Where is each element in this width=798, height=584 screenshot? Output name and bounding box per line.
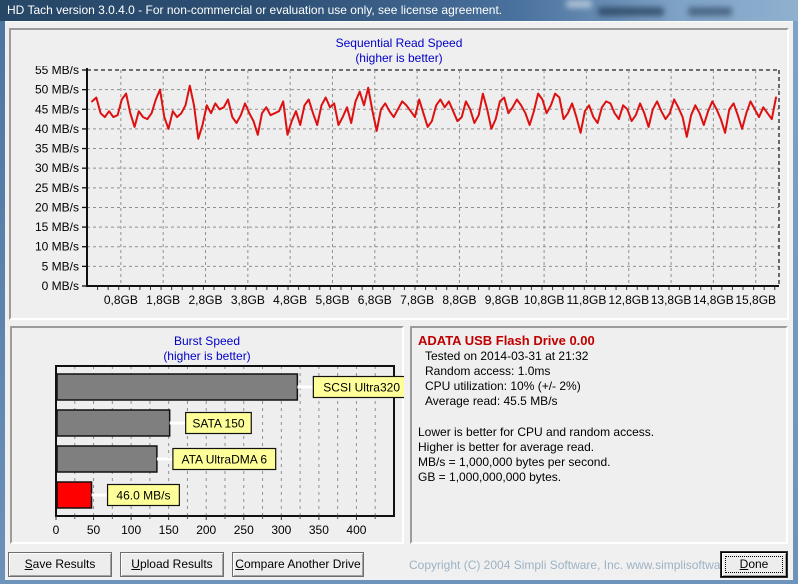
svg-text:15 MB/s: 15 MB/s [35, 220, 79, 234]
svg-text:SATA 150: SATA 150 [192, 417, 245, 431]
svg-text:0: 0 [53, 523, 60, 537]
blurred-region [598, 7, 664, 16]
drive-name: ADATA USB Flash Drive 0.00 [418, 333, 595, 348]
random-access: Random access: 1.0ms [425, 364, 551, 378]
sequential-read-panel: Sequential Read Speed (higher is better)… [9, 28, 789, 320]
svg-text:12,8GB: 12,8GB [608, 293, 649, 307]
titlebar[interactable]: HD Tach version 3.0.4.0 - For non-commer… [0, 0, 798, 21]
svg-text:45 MB/s: 45 MB/s [35, 102, 79, 116]
note-line: GB = 1,000,000,000 bytes. [418, 470, 562, 484]
svg-text:350: 350 [309, 523, 329, 537]
compare-label: ompare Another Drive [243, 557, 361, 571]
svg-text:6,8GB: 6,8GB [358, 293, 392, 307]
svg-text:20 MB/s: 20 MB/s [35, 200, 79, 214]
svg-text:8,8GB: 8,8GB [442, 293, 476, 307]
svg-text:46.0 MB/s: 46.0 MB/s [116, 489, 170, 503]
svg-text:1,8GB: 1,8GB [146, 293, 180, 307]
upload-accel: U [131, 557, 140, 571]
svg-text:5 MB/s: 5 MB/s [42, 259, 79, 273]
burst-chart-title: Burst Speed [173, 334, 241, 348]
window-frame [793, 21, 798, 584]
average-read: Average read: 45.5 MB/s [425, 394, 558, 408]
save-label: ave Results [32, 557, 96, 571]
svg-text:0,8GB: 0,8GB [104, 293, 138, 307]
upload-label: pload Results [139, 557, 213, 571]
svg-text:0 MB/s: 0 MB/s [42, 279, 79, 293]
compare-another-drive-button[interactable]: Compare Another Drive [232, 552, 364, 577]
svg-text:250: 250 [234, 523, 254, 537]
svg-text:5,8GB: 5,8GB [315, 293, 349, 307]
svg-text:300: 300 [271, 523, 291, 537]
hdtach-window: HD Tach version 3.0.4.0 - For non-commer… [0, 0, 798, 584]
svg-text:100: 100 [121, 523, 141, 537]
svg-text:25 MB/s: 25 MB/s [35, 181, 79, 195]
results-info-panel: ADATA USB Flash Drive 0.00 Tested on 201… [410, 326, 788, 544]
svg-text:7,8GB: 7,8GB [400, 293, 434, 307]
cpu-utilization: CPU utilization: 10% (+/- 2%) [425, 379, 581, 393]
svg-text:400: 400 [346, 523, 366, 537]
save-results-button[interactable]: Save Results [8, 552, 112, 577]
svg-text:SCSI Ultra320: SCSI Ultra320 [323, 381, 400, 395]
svg-text:200: 200 [196, 523, 216, 537]
note-line: MB/s = 1,000,000 bytes per second. [418, 455, 611, 469]
svg-text:30 MB/s: 30 MB/s [35, 161, 79, 175]
svg-text:15,8GB: 15,8GB [735, 293, 776, 307]
burst-chart-subtitle: (higher is better) [163, 349, 251, 363]
burst-speed-panel: Burst Speed (higher is better) SCSI Ultr… [10, 326, 404, 544]
window-title: HD Tach version 3.0.4.0 - For non-commer… [7, 3, 503, 17]
blurred-region [566, 0, 592, 8]
upload-results-button[interactable]: Upload Results [120, 552, 224, 577]
save-accel: S [24, 557, 33, 571]
tested-on: Tested on 2014-03-31 at 21:32 [425, 349, 589, 363]
burst-speed-chart: SCSI Ultra320 SATA 150 ATA UltraDMA 6 46.0 … [53, 365, 404, 537]
svg-text:40 MB/s: 40 MB/s [35, 122, 79, 136]
svg-text:10,8GB: 10,8GB [524, 293, 565, 307]
seq-chart-subtitle: (higher is better) [355, 51, 443, 65]
client-area: Sequential Read Speed (higher is better)… [5, 21, 793, 580]
copyright-text: Copyright (C) 2004 Simpli Software, Inc.… [409, 558, 758, 572]
svg-text:11,8GB: 11,8GB [567, 293, 607, 307]
svg-text:50 MB/s: 50 MB/s [35, 83, 79, 97]
svg-text:9,8GB: 9,8GB [485, 293, 519, 307]
svg-text:4,8GB: 4,8GB [273, 293, 307, 307]
note-line: Higher is better for average read. [418, 440, 595, 454]
svg-text:ATA UltraDMA 6: ATA UltraDMA 6 [182, 453, 268, 467]
svg-text:35 MB/s: 35 MB/s [35, 142, 79, 156]
blurred-region [688, 7, 732, 16]
svg-text:14,8GB: 14,8GB [693, 293, 734, 307]
done-button[interactable]: Done [721, 552, 787, 577]
svg-text:3,8GB: 3,8GB [231, 293, 265, 307]
seq-chart-title: Sequential Read Speed [335, 36, 463, 50]
done-label: one [748, 557, 769, 571]
svg-text:10 MB/s: 10 MB/s [35, 240, 79, 254]
compare-accel: C [235, 557, 244, 571]
svg-text:13,8GB: 13,8GB [651, 293, 692, 307]
note-line: Lower is better for CPU and random acces… [418, 425, 655, 439]
sequential-read-chart: 0 MB/s 5 MB/s 10 MB/s 15 MB/s 20 MB/s 25 MB/s… [35, 66, 780, 307]
svg-text:2,8GB: 2,8GB [188, 293, 222, 307]
svg-text:150: 150 [159, 523, 179, 537]
window-frame [0, 580, 798, 584]
svg-text:50: 50 [87, 523, 101, 537]
done-accel: D [739, 557, 749, 571]
svg-text:55 MB/s: 55 MB/s [35, 66, 79, 77]
